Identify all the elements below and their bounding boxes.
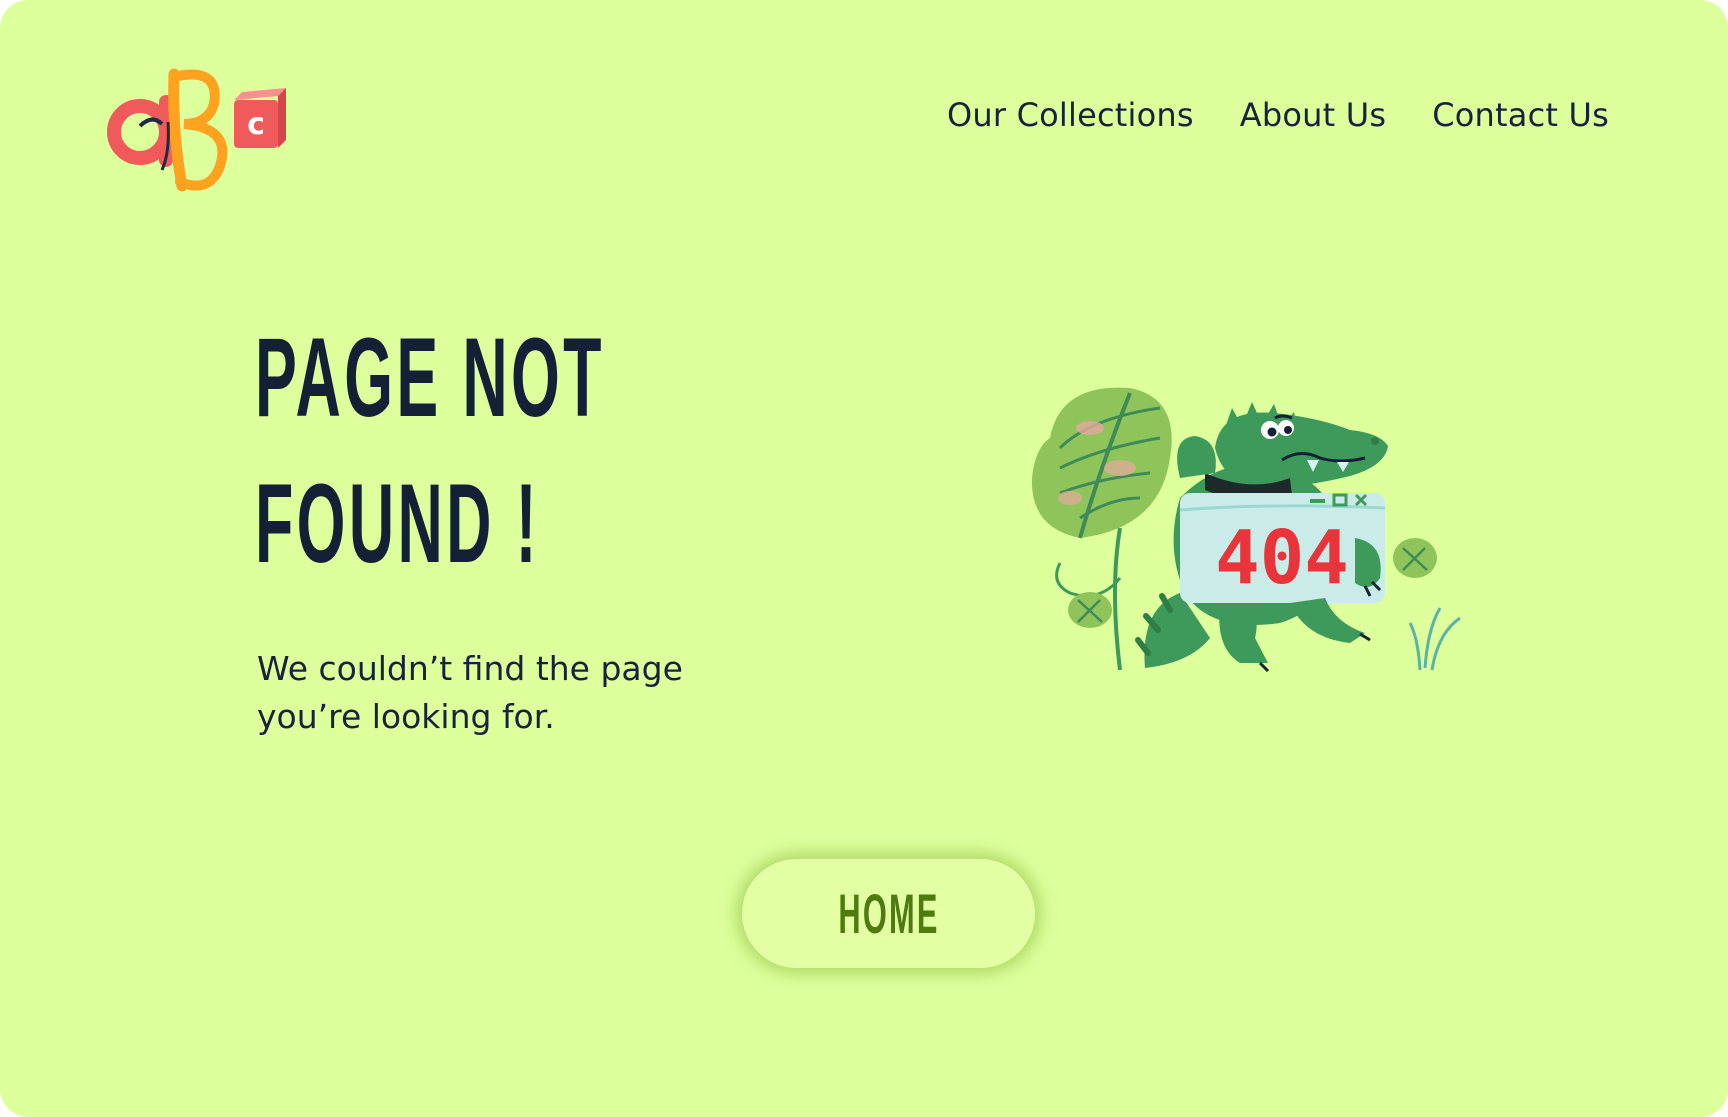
nav-about-us[interactable]: About Us (1240, 96, 1386, 134)
error-title-line2: FOUND ! (255, 461, 540, 586)
main-nav: Our Collections About Us Contact Us (947, 96, 1609, 134)
svg-text:c: c (247, 107, 265, 142)
crocodile-404-illustration: 404 (1020, 378, 1470, 678)
error-message: We couldn’t find the page you’re looking… (257, 645, 777, 741)
crocodile-icon: 404 (1031, 387, 1461, 673)
page-root: c Our Collections About Us Contact Us PA… (0, 0, 1728, 1117)
home-button[interactable]: HOME (742, 859, 1035, 968)
home-button-label: HOME (837, 882, 940, 945)
error-message-line1: We couldn’t find the page (257, 649, 683, 688)
nav-contact-us[interactable]: Contact Us (1432, 96, 1609, 134)
error-title-line1: PAGE NOT (255, 315, 605, 440)
brand-logo[interactable]: c (100, 62, 320, 202)
nav-our-collections[interactable]: Our Collections (947, 96, 1194, 134)
sign-404-text: 404 (1215, 515, 1349, 601)
error-message-line2: you’re looking for. (257, 697, 555, 736)
error-title: PAGE NOT FOUND ! (255, 305, 815, 597)
abc-logo-icon: c (107, 68, 286, 192)
